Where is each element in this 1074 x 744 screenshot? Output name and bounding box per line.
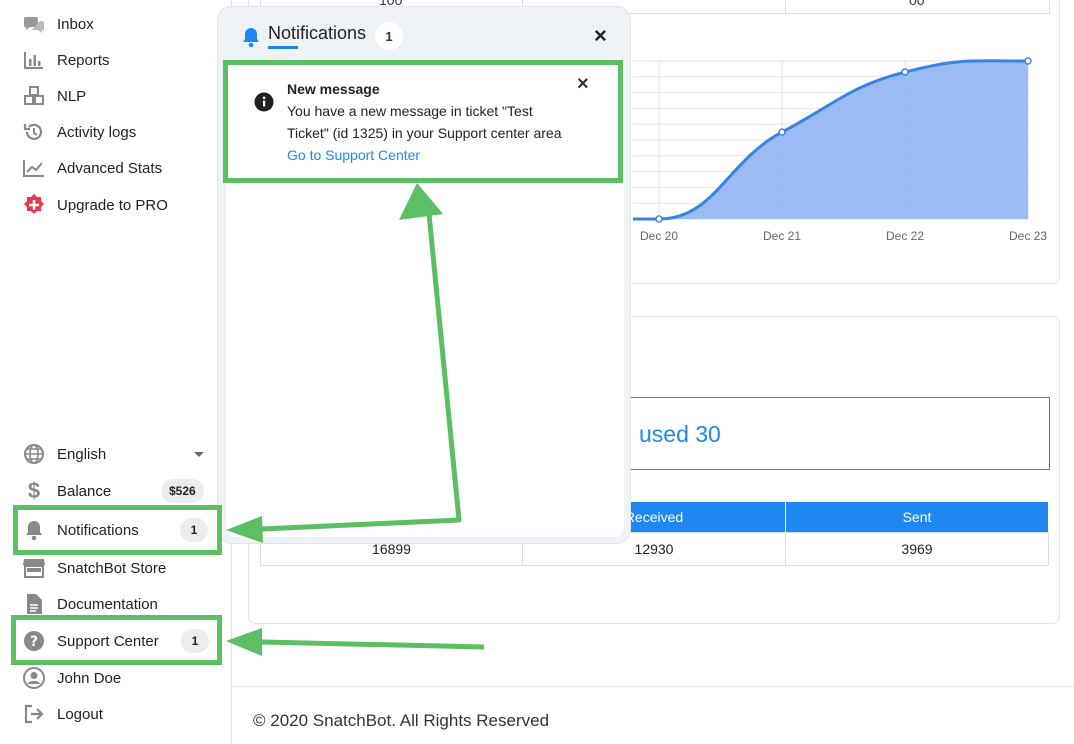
sidebar-item-advanced-stats[interactable]: Advanced Stats	[22, 154, 162, 182]
language-selector[interactable]: English	[22, 440, 106, 468]
sidebar-item-logout[interactable]: Logout	[22, 700, 103, 728]
cubes-icon	[22, 84, 46, 108]
table-header: Sent	[785, 501, 1049, 533]
sidebar-item-label: Activity logs	[57, 123, 137, 141]
chat-icon	[22, 12, 46, 36]
sidebar-item-activity-logs[interactable]: Activity logs	[22, 118, 136, 146]
x-tick-label: Dec 22	[886, 229, 924, 243]
notifications-panel-title[interactable]: Notifications	[268, 23, 366, 44]
user-name: John Doe	[57, 669, 122, 687]
usage-text: used 30	[639, 421, 721, 447]
store-icon	[22, 556, 46, 580]
chevron-down-icon[interactable]	[194, 452, 204, 457]
logout-icon	[22, 702, 46, 726]
x-tick-label: Dec 20	[640, 229, 678, 243]
x-tick-label: Dec 21	[763, 229, 801, 243]
sidebar-item-label: Advanced Stats	[57, 159, 163, 177]
chart-point[interactable]	[778, 128, 786, 136]
sidebar-item-inbox[interactable]: Inbox	[22, 10, 94, 38]
table-cell: 3969	[785, 532, 1049, 566]
sidebar-item-upgrade-pro[interactable]: Upgrade to PRO	[22, 191, 168, 219]
language-label: English	[57, 445, 107, 463]
bell-icon	[241, 26, 261, 53]
sidebar-item-label: SnatchBot Store	[57, 559, 167, 577]
history-icon	[22, 120, 46, 144]
footer-divider	[233, 686, 1074, 687]
balance-label: Balance	[57, 482, 112, 500]
highlight-box-notification	[223, 60, 623, 183]
sidebar-item-label: NLP	[57, 87, 87, 105]
plus-circle-icon	[22, 193, 46, 217]
sidebar-item-label: Documentation	[57, 595, 158, 613]
sidebar-item-label: Reports	[57, 51, 110, 69]
chart-point[interactable]	[655, 215, 663, 223]
notifications-panel-count: 1	[375, 22, 403, 50]
balance-item[interactable]: $ Balance	[22, 477, 111, 505]
user-avatar-icon	[22, 666, 46, 690]
active-tab-indicator	[268, 46, 298, 49]
highlight-box-support-item	[11, 615, 222, 665]
sidebar-item-reports[interactable]: Reports	[22, 46, 110, 74]
trend-chart-icon	[22, 156, 46, 180]
sidebar-item-label: Logout	[57, 705, 103, 723]
sidebar-item-store[interactable]: SnatchBot Store	[22, 554, 166, 582]
highlight-box-notifications-item	[13, 505, 222, 555]
chart-point[interactable]	[1024, 57, 1032, 65]
x-tick-label: Dec 23	[1009, 229, 1047, 243]
table-cell: 00	[909, 0, 925, 8]
sidebar-item-documentation[interactable]: Documentation	[22, 590, 158, 618]
document-icon	[22, 592, 46, 616]
balance-badge: $526	[161, 479, 204, 503]
sidebar-item-nlp[interactable]: NLP	[22, 82, 86, 110]
sidebar-item-label: Inbox	[57, 15, 94, 33]
sidebar-item-user[interactable]: John Doe	[22, 664, 121, 692]
sidebar-item-label: Upgrade to PRO	[57, 196, 168, 214]
bar-chart-icon	[22, 48, 46, 72]
dollar-icon: $	[27, 478, 41, 503]
close-icon[interactable]: ×	[594, 23, 607, 49]
footer-copyright: © 2020 SnatchBot. All Rights Reserved	[253, 711, 550, 730]
globe-icon	[22, 442, 46, 466]
chart-point[interactable]	[901, 68, 909, 76]
